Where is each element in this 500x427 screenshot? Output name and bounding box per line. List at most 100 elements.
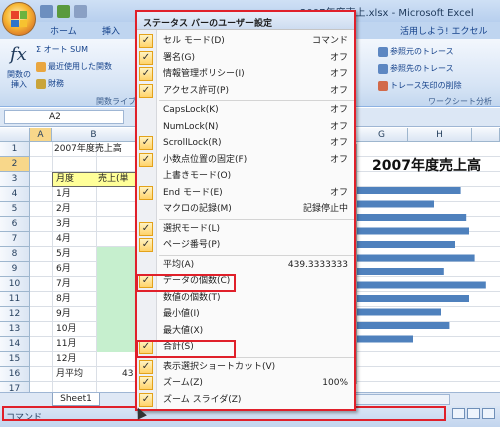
cell-month[interactable]: 8月 xyxy=(54,292,71,307)
menu-item[interactable]: CapsLock(K) オフ xyxy=(137,102,354,118)
menu-item[interactable]: ✓ ページ番号(P) xyxy=(137,237,354,253)
select-all-corner[interactable] xyxy=(0,128,30,142)
column-header-i[interactable] xyxy=(472,128,500,142)
menu-item[interactable]: ✓ 表示選択ショートカット(V) xyxy=(137,359,354,375)
menu-item[interactable]: ✓ セル モード(D) コマンド xyxy=(137,33,354,49)
undo-icon[interactable] xyxy=(57,4,70,18)
row-header[interactable]: 14 xyxy=(0,337,30,352)
menu-item[interactable]: ✓ End モード(E) オフ xyxy=(137,185,354,201)
row-header[interactable]: 4 xyxy=(0,187,30,202)
page-layout-icon[interactable] xyxy=(467,408,480,419)
menu-item[interactable]: ✓ 小数点位置の固定(F) オフ xyxy=(137,152,354,168)
checkmark-icon: ✓ xyxy=(139,34,153,48)
cell-month[interactable]: 7月 xyxy=(54,277,71,292)
column-header-b[interactable]: B xyxy=(52,128,136,142)
menu-item[interactable]: ✓ ズーム(Z) 100% xyxy=(137,375,354,391)
cell-header-month[interactable]: 月度 xyxy=(54,172,74,187)
menu-item-label: 選択モード(L) xyxy=(163,223,221,234)
trace-dependents-button[interactable]: 参照先のトレース xyxy=(378,63,454,74)
cell-month[interactable]: 6月 xyxy=(54,262,71,277)
cell-month[interactable]: 9月 xyxy=(54,307,71,322)
cell-month[interactable]: 2月 xyxy=(54,202,71,217)
tab-learn-excel[interactable]: 活用しよう! エクセル xyxy=(400,24,487,37)
row-header[interactable]: 7 xyxy=(0,232,30,247)
menu-item-value: オフ xyxy=(329,187,348,198)
redo-icon[interactable] xyxy=(74,4,87,18)
row-header[interactable]: 13 xyxy=(0,322,30,337)
cell-month[interactable]: 1月 xyxy=(54,187,71,202)
row-header[interactable]: 15 xyxy=(0,352,30,367)
row-header[interactable]: 16 xyxy=(0,367,30,382)
save-icon[interactable] xyxy=(40,4,53,18)
column-header-a[interactable]: A xyxy=(30,128,52,142)
row-header[interactable]: 2 xyxy=(0,157,30,172)
chart-frame[interactable] xyxy=(356,144,500,384)
autosum-button[interactable]: Σ オート SUM xyxy=(36,44,88,55)
menu-item[interactable]: ✓ 選択モード(L) xyxy=(137,221,354,237)
remove-arrows-label: トレース矢印の削除 xyxy=(390,81,462,90)
menu-item-label: 小数点位置の固定(F) xyxy=(163,154,248,165)
normal-view-icon[interactable] xyxy=(452,408,465,419)
checkmark-icon: ✓ xyxy=(139,238,153,252)
checkmark-icon: ✓ xyxy=(139,152,153,167)
finance-label: 財務 xyxy=(48,79,64,88)
finance-button[interactable]: 財務 xyxy=(36,78,64,89)
recent-functions-button[interactable]: 最近使用した関数 xyxy=(36,61,112,72)
cell-avg-value[interactable]: 43 xyxy=(120,367,133,382)
row-header[interactable]: 1 xyxy=(0,142,30,157)
cell-header-sales[interactable]: 売上(単 xyxy=(96,172,129,187)
trace-precedents-button[interactable]: 参照元のトレース xyxy=(378,46,454,57)
menu-item[interactable]: ✓ アクセス許可(P) オフ xyxy=(137,83,354,99)
cell-month[interactable]: 11月 xyxy=(54,337,76,352)
menu-item[interactable]: NumLock(N) オフ xyxy=(137,119,354,135)
row-header[interactable]: 9 xyxy=(0,262,30,277)
row-header[interactable]: 8 xyxy=(0,247,30,262)
remove-arrows-button[interactable]: トレース矢印の削除 xyxy=(378,80,462,91)
menu-item[interactable]: マクロの記録(M) 記録停止中 xyxy=(137,201,354,217)
menu-separator xyxy=(159,218,354,220)
row-header[interactable]: 5 xyxy=(0,202,30,217)
cell-month[interactable]: 10月 xyxy=(54,322,76,337)
quick-access-toolbar xyxy=(40,4,87,18)
menu-item[interactable]: ✓ ScrollLock(R) オフ xyxy=(137,135,354,151)
column-header-g[interactable]: G xyxy=(356,128,408,142)
tab-home[interactable]: ホーム xyxy=(50,24,77,37)
menu-item[interactable]: ✓ ズーム スライダ(Z) xyxy=(137,392,354,408)
menu-item[interactable]: 上書きモード(O) xyxy=(137,168,354,184)
menu-item-value: オフ xyxy=(329,121,348,132)
cell-month[interactable]: 3月 xyxy=(54,217,71,232)
checkmark-icon: ✓ xyxy=(139,359,153,374)
row-header[interactable]: 12 xyxy=(0,307,30,322)
menu-item[interactable]: ✓ 情報管理ポリシー(I) オフ xyxy=(137,66,354,82)
menu-item-label: 最大値(X) xyxy=(163,325,204,336)
cell-month[interactable]: 12月 xyxy=(54,352,76,367)
row-header[interactable]: 6 xyxy=(0,217,30,232)
menu-separator xyxy=(159,254,354,256)
function-insert-button[interactable]: 関数の挿入 xyxy=(6,70,32,90)
autosum-label: Σ オート SUM xyxy=(36,45,88,54)
trace-dep-label: 参照先のトレース xyxy=(390,64,454,73)
column-header-h[interactable]: H xyxy=(408,128,472,142)
chart-title: 2007年度売上高 xyxy=(372,158,481,174)
tab-insert[interactable]: 挿入 xyxy=(102,24,120,37)
row-header[interactable]: 11 xyxy=(0,292,30,307)
menu-item[interactable]: 最小値(I) xyxy=(137,306,354,322)
name-box[interactable]: A2 xyxy=(4,110,124,124)
menu-item[interactable]: 最大値(X) xyxy=(137,323,354,339)
office-button[interactable] xyxy=(2,2,36,36)
menu-item[interactable]: ✓ 署名(G) オフ xyxy=(137,50,354,66)
page-break-icon[interactable] xyxy=(482,408,495,419)
function-insert-icon[interactable]: fx xyxy=(10,44,27,65)
menu-item-value: コマンド xyxy=(311,36,348,46)
cell-avg-label[interactable]: 月平均 xyxy=(54,367,83,382)
checkmark-icon: ✓ xyxy=(139,376,153,390)
row-header[interactable]: 10 xyxy=(0,277,30,292)
row-header[interactable]: 3 xyxy=(0,172,30,187)
cell-title[interactable]: 2007年度売上高 xyxy=(52,142,122,157)
recent-label: 最近使用した関数 xyxy=(48,62,112,71)
remove-arrows-icon xyxy=(378,80,388,91)
menu-item[interactable]: 平均(A) 439.3333333 xyxy=(137,257,354,273)
sheet-tab-sheet1[interactable]: Sheet1 xyxy=(52,393,100,406)
cell-month[interactable]: 5月 xyxy=(54,247,71,262)
cell-month[interactable]: 4月 xyxy=(54,232,71,247)
